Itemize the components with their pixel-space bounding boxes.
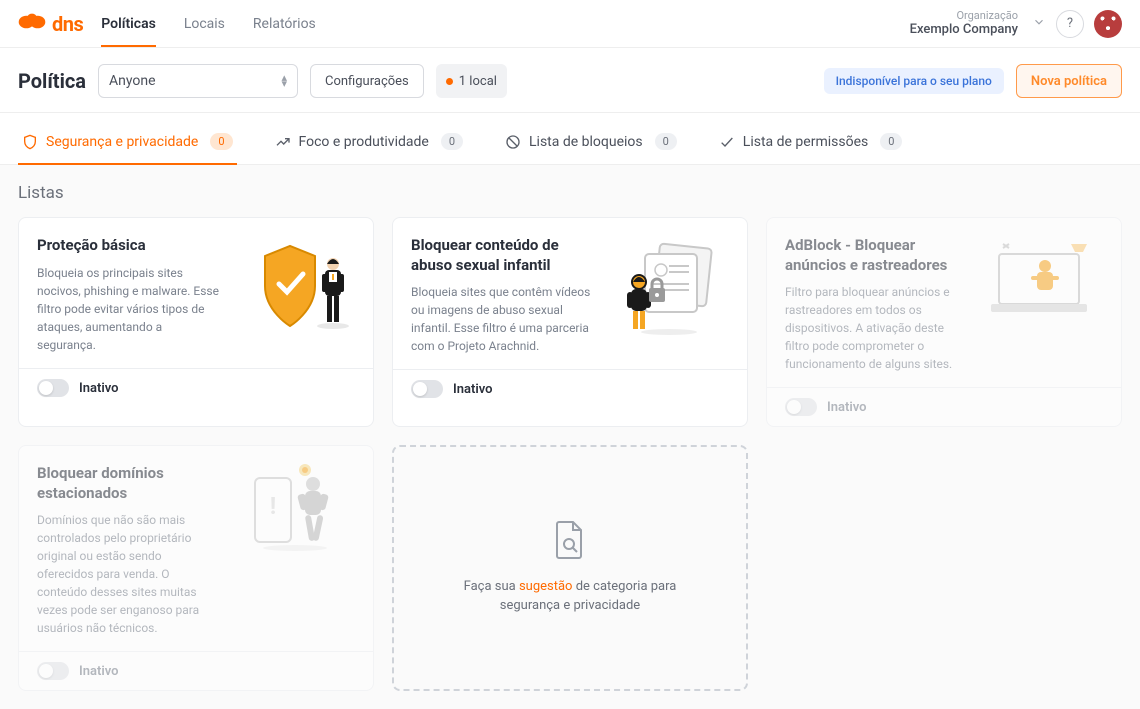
tab-foco[interactable]: Foco e produtividade 0 [271,123,468,164]
page-title: Política [18,69,86,93]
nav-tabs: Políticas Locais Relatórios [101,2,316,46]
avatar[interactable] [1094,10,1122,38]
chevron-down-icon[interactable] [1032,14,1046,33]
tab-count: 0 [441,133,463,150]
card-abuso-infantil: Bloquear conteúdo de abuso sexual infant… [392,217,748,427]
card-title: AdBlock - Bloquear anúncios e rastreador… [785,236,969,275]
trend-icon [275,134,291,150]
tab-bloqueios[interactable]: Lista de bloqueios 0 [501,123,681,164]
logo[interactable]: dns [18,12,83,36]
tab-seguranca[interactable]: Segurança e privacidade 0 [18,123,237,164]
dot-icon [446,78,453,85]
new-policy-button[interactable]: Nova política [1016,64,1122,98]
card-title: Bloquear conteúdo de abuso sexual infant… [411,236,595,275]
illustration-lock-docs [609,236,729,346]
status-label: Inativo [79,664,119,679]
illustration-laptop-person [983,236,1103,346]
card-adblock: AdBlock - Bloquear anúncios e rastreador… [766,217,1122,427]
toggle[interactable] [785,398,817,416]
toggle[interactable] [37,379,69,397]
tab-count: 0 [880,133,902,150]
card-title: Bloquear domínios estacionados [37,464,221,503]
block-icon [505,134,521,150]
card-desc: Domínios que não são mais controlados pe… [37,511,221,637]
card-desc: Bloqueia sites que contêm vídeos ou imag… [411,283,595,355]
tab-label: Segurança e privacidade [46,134,198,150]
org-name: Exemplo Company [910,22,1018,38]
tab-permissoes[interactable]: Lista de permissões 0 [715,123,907,164]
suggest-card[interactable]: Faça sua sugestão de categoria para segu… [392,445,748,691]
suggest-text: Faça sua sugestão de categoria para segu… [434,577,706,616]
card-desc: Filtro para bloquear anúncios e rastread… [785,283,969,373]
card-protecao-basica: Proteção básica Bloqueia os principais s… [18,217,374,427]
tab-label: Lista de permissões [743,134,868,150]
location-chip-text: 1 local [459,74,497,89]
status-label: Inativo [79,381,119,396]
logo-text: dns [52,12,83,36]
policy-select-value: Anyone [109,73,156,89]
toggle[interactable] [411,380,443,398]
card-grid: Proteção básica Bloqueia os principais s… [18,217,1122,691]
plan-badge: Indisponível para o seu plano [824,68,1004,94]
svg-text:!: ! [270,492,277,520]
check-icon [719,134,735,150]
toggle[interactable] [37,662,69,680]
card-dominios-estacionados: Bloquear domínios estacionados Domínios … [18,445,374,691]
tab-count: 0 [655,133,677,150]
document-search-icon [553,520,587,567]
tab-label: Lista de bloqueios [529,134,643,150]
status-label: Inativo [453,382,493,397]
status-label: Inativo [827,400,867,415]
sub-header: Política Anyone ▴▾ Configurações 1 local… [0,48,1140,113]
help-button[interactable]: ? [1056,10,1084,38]
illustration-shield-person [235,236,355,346]
config-button[interactable]: Configurações [310,64,424,98]
select-arrows-icon: ▴▾ [281,75,287,87]
logo-mark-icon [18,12,46,36]
nav-tab-politicas[interactable]: Políticas [101,2,156,46]
content: Listas Proteção básica Bloqueia os princ… [0,165,1140,709]
nav-tab-relatorios[interactable]: Relatórios [253,2,316,46]
location-chip[interactable]: 1 local [436,64,507,98]
org-label: Organização [910,9,1018,22]
top-nav: dns Políticas Locais Relatórios Organiza… [0,0,1140,48]
shield-icon [22,134,38,150]
card-title: Proteção básica [37,236,221,256]
tab-count: 0 [210,133,232,150]
policy-select[interactable]: Anyone ▴▾ [98,64,298,98]
filter-tabs: Segurança e privacidade 0 Foco e produti… [0,113,1140,165]
section-title: Listas [18,183,1122,203]
nav-tab-locais[interactable]: Locais [184,2,225,46]
org-switcher[interactable]: Organização Exemplo Company [910,9,1018,38]
tab-label: Foco e produtividade [299,134,429,150]
card-desc: Bloqueia os principais sites nocivos, ph… [37,264,221,354]
illustration-phone-walking: ! [235,464,355,574]
